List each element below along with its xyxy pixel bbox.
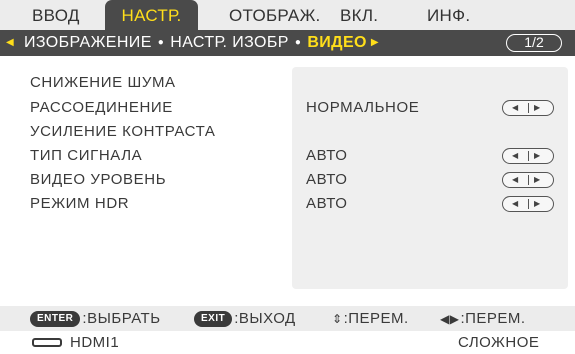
stepper-divider (528, 103, 529, 113)
tab-on[interactable]: ВКЛ. (340, 0, 378, 30)
help-updown: ⇕:ПЕРЕМ. (332, 306, 409, 332)
menu-mode: СЛОЖНОЕ (458, 334, 540, 351)
stepper-divider (528, 199, 529, 209)
help-enter-label: :ВЫБРАТЬ (82, 310, 161, 327)
triangle-left-icon[interactable]: ◀ (512, 197, 518, 211)
status-bar: HDMI1 СЛОЖНОЕ (0, 331, 575, 354)
setting-row-hdr-mode[interactable]: РЕЖИМ HDR АВТО ◀ ▶ (0, 193, 575, 215)
triangle-left-icon[interactable]: ◀ (512, 173, 518, 187)
breadcrumb: ИЗОБРАЖЕНИЕ ● НАСТР. ИЗОБР ● ВИДЕО ▶ (24, 30, 379, 56)
breadcrumb-item-picture[interactable]: ИЗОБРАЖЕНИЕ (24, 34, 152, 51)
setting-row-noise-reduction[interactable]: СНИЖЕНИЕ ШУМА (0, 72, 575, 94)
triangle-right-icon[interactable]: ▶ (534, 173, 540, 187)
help-updown-label: :ПЕРЕМ. (343, 310, 409, 327)
breadcrumb-bar: ◀ ИЗОБРАЖЕНИЕ ● НАСТР. ИЗОБР ● ВИДЕО ▶ 1/2 (0, 30, 575, 56)
breadcrumb-item-picture-setup[interactable]: НАСТР. ИЗОБР (170, 34, 289, 51)
setting-row-deinterlace[interactable]: РАССОЕДИНЕНИЕ НОРМАЛЬНОЕ ◀ ▶ (0, 97, 575, 119)
page-indicator: 1/2 (506, 34, 562, 52)
hdmi-port-icon (32, 338, 62, 347)
input-source: HDMI1 (70, 334, 120, 351)
setting-label: РАССОЕДИНЕНИЕ (30, 99, 173, 116)
triangle-right-icon[interactable]: ▶ (534, 101, 540, 115)
projector-menu: ВВОД НАСТР. ОТОБРАЖ. ВКЛ. ИНФ. ◀ ИЗОБРАЖ… (0, 0, 575, 354)
updown-arrows-icon: ⇕ (332, 312, 343, 326)
help-enter: ENTER:ВЫБРАТЬ (30, 306, 161, 331)
triangle-right-icon[interactable]: ▶ (534, 149, 540, 163)
setting-label: УСИЛЕНИЕ КОНТРАСТА (30, 123, 216, 140)
help-leftright: ◀▶:ПЕРЕМ. (440, 306, 526, 332)
value-stepper[interactable]: ◀ ▶ (502, 100, 554, 116)
tab-display[interactable]: ОТОБРАЖ. (229, 0, 321, 30)
stepper-divider (528, 151, 529, 161)
leftright-arrows-icon: ◀▶ (440, 312, 460, 326)
setting-label: СНИЖЕНИЕ ШУМА (30, 74, 176, 91)
setting-value: АВТО (306, 171, 348, 188)
setting-value: НОРМАЛЬНОЕ (306, 99, 420, 116)
setting-value: АВТО (306, 147, 348, 164)
help-leftright-label: :ПЕРЕМ. (460, 310, 526, 327)
help-exit-label: :ВЫХОД (234, 310, 296, 327)
setting-row-contrast-enhancement[interactable]: УСИЛЕНИЕ КОНТРАСТА (0, 121, 575, 143)
bullet-icon: ● (294, 37, 302, 48)
tab-setup[interactable]: НАСТР. (105, 0, 198, 30)
setting-row-video-level[interactable]: ВИДЕО УРОВЕНЬ АВТО ◀ ▶ (0, 169, 575, 191)
value-stepper[interactable]: ◀ ▶ (502, 196, 554, 212)
setting-label: ВИДЕО УРОВЕНЬ (30, 171, 167, 188)
setting-row-signal-type[interactable]: ТИП СИГНАЛА АВТО ◀ ▶ (0, 145, 575, 167)
triangle-right-icon[interactable]: ▶ (534, 197, 540, 211)
triangle-right-icon[interactable]: ▶ (371, 37, 379, 48)
setting-label: ТИП СИГНАЛА (30, 147, 143, 164)
exit-key-badge: EXIT (194, 311, 233, 327)
setting-value: АВТО (306, 195, 348, 212)
stepper-divider (528, 175, 529, 185)
triangle-left-icon[interactable]: ◀ (512, 149, 518, 163)
value-stepper[interactable]: ◀ ▶ (502, 172, 554, 188)
triangle-left-icon[interactable]: ◀ (512, 101, 518, 115)
breadcrumb-item-video[interactable]: ВИДЕО (307, 34, 367, 51)
triangle-left-icon[interactable]: ◀ (6, 30, 14, 56)
help-exit: EXIT:ВЫХОД (194, 306, 296, 331)
setting-label: РЕЖИМ HDR (30, 195, 130, 212)
enter-key-badge: ENTER (30, 311, 81, 327)
bullet-icon: ● (157, 37, 165, 48)
help-bar: ENTER:ВЫБРАТЬ EXIT:ВЫХОД ⇕:ПЕРЕМ. ◀▶:ПЕР… (0, 306, 575, 331)
value-stepper[interactable]: ◀ ▶ (502, 148, 554, 164)
tab-info[interactable]: ИНФ. (427, 0, 470, 30)
menu-tab-bar: ВВОД НАСТР. ОТОБРАЖ. ВКЛ. ИНФ. (0, 0, 575, 30)
tab-input[interactable]: ВВОД (32, 0, 80, 30)
